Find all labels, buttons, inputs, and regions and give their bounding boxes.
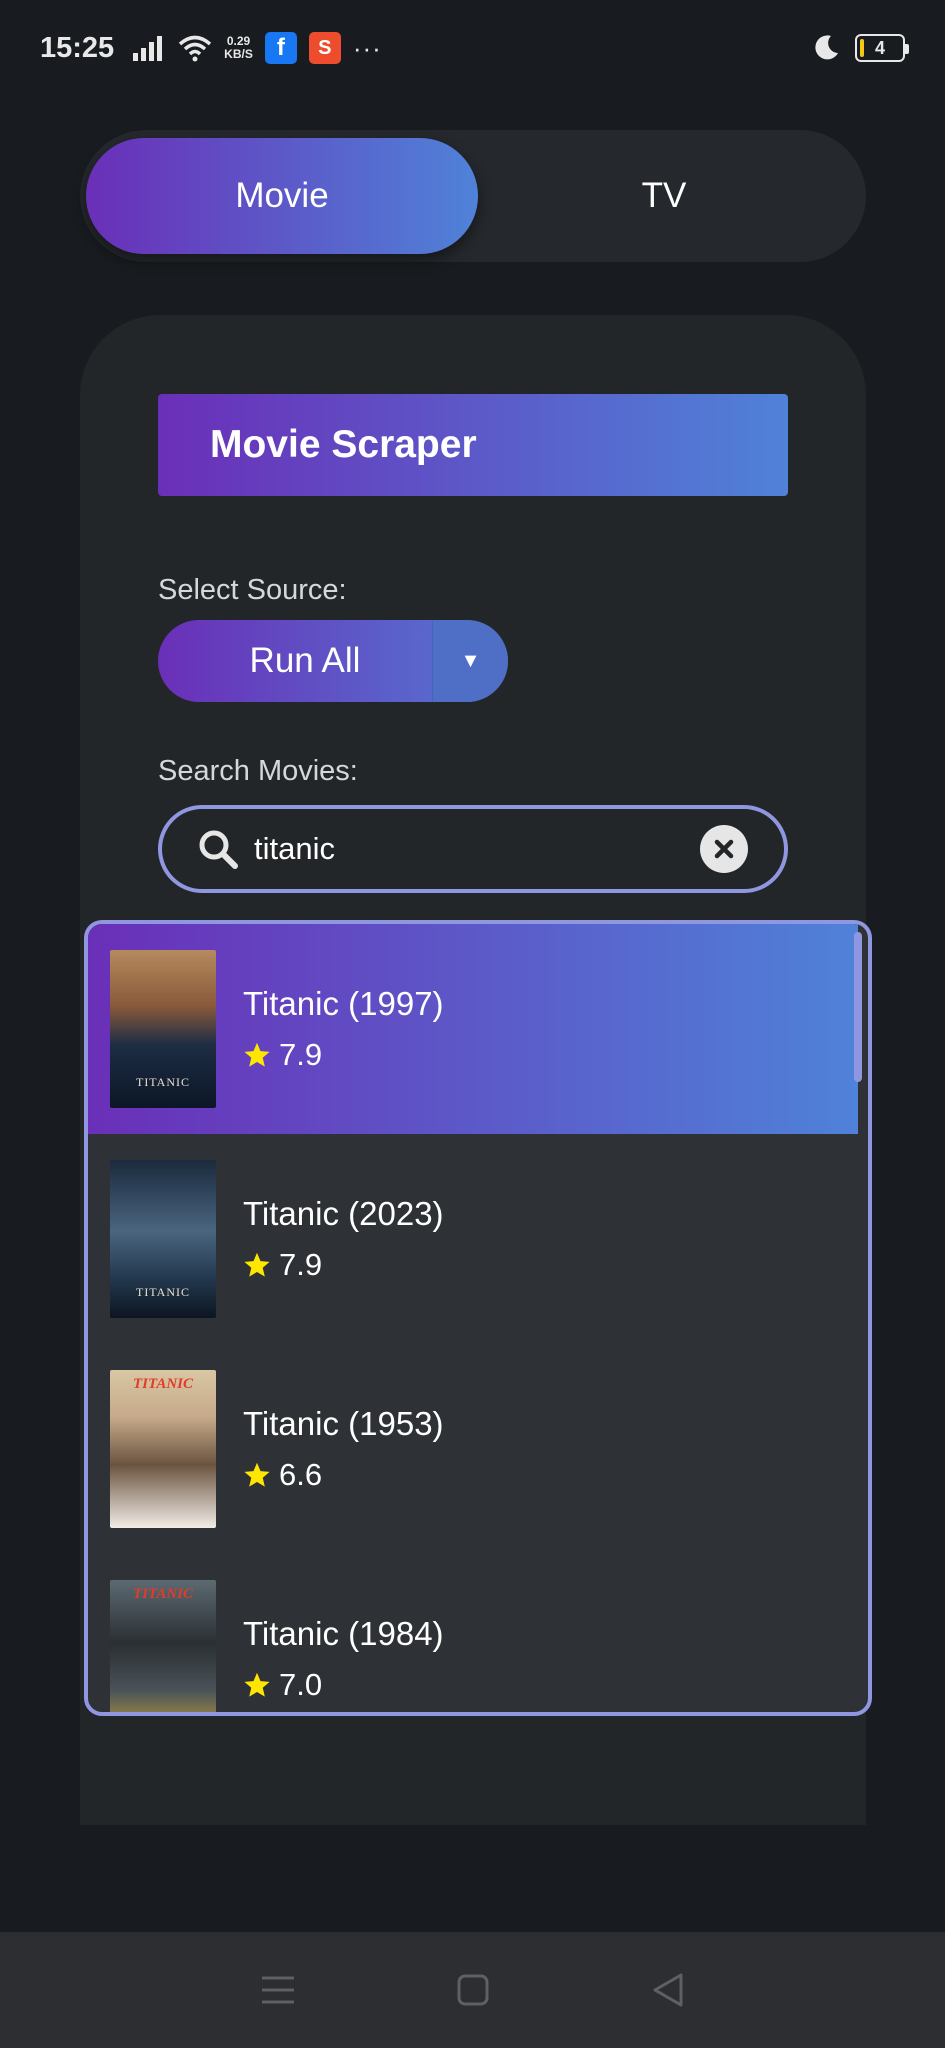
battery-level: 4 [874,37,885,58]
page-title: Movie Scraper [158,394,788,496]
close-icon [714,839,734,859]
moon-icon [815,35,838,60]
facebook-icon: f [264,32,297,64]
search-label: Search Movies: [158,755,358,787]
result-item[interactable]: TITANIC Titanic (1997) 7.9 [88,924,858,1134]
result-title: Titanic (1953) [243,1405,444,1442]
source-selected-value[interactable]: Run All [158,620,432,702]
back-triangle-icon [653,1973,682,2007]
source-label: Select Source: [158,574,347,606]
result-title: Titanic (1997) [243,985,444,1022]
movie-poster: TITANIC [110,1580,216,1712]
wifi-icon [179,35,212,62]
result-rating: 7.0 [243,1667,444,1703]
shopee-icon: S [308,32,341,64]
back-button[interactable] [638,1960,698,2020]
tab-movie[interactable]: Movie [86,138,478,254]
star-icon [244,1462,270,1487]
result-item[interactable]: TITANIC Titanic (1953) 6.6 [88,1344,858,1554]
result-item[interactable]: TITANIC Titanic (1984) 7.0 [88,1554,858,1712]
movie-poster: TITANIC [110,950,216,1108]
movie-poster: TITANIC [110,1160,216,1318]
recent-apps-button[interactable] [248,1960,308,2020]
more-notifications-icon: ··· [352,32,382,63]
result-rating: 7.9 [243,1247,444,1283]
result-item[interactable]: TITANIC Titanic (2023) 7.9 [88,1134,858,1344]
clear-search-button[interactable] [700,825,748,873]
star-icon [244,1252,270,1277]
status-time: 15:25 [40,31,115,64]
home-button[interactable] [443,1960,503,2020]
star-icon [244,1672,270,1697]
search-input[interactable] [254,831,700,867]
menu-icon [261,1976,294,2004]
system-nav-bar [0,1932,945,2048]
source-dropdown[interactable]: Run All ▼ [158,620,508,702]
result-rating: 6.6 [243,1457,444,1493]
network-speed: 0.29 KB/S [224,34,253,61]
search-box[interactable] [158,805,788,893]
home-square-icon [457,1974,488,2006]
movie-poster: TITANIC [110,1370,216,1528]
battery-icon: 4 [855,34,909,62]
media-type-switch: Movie TV [80,130,866,262]
search-icon [199,830,238,869]
result-title: Titanic (2023) [243,1195,444,1232]
result-title: Titanic (1984) [243,1615,444,1652]
result-rating: 7.9 [243,1037,444,1073]
search-results-list[interactable]: TITANIC Titanic (1997) 7.9 TITANIC Titan… [84,920,872,1716]
results-scrollbar[interactable] [854,932,862,1082]
star-icon [244,1042,270,1067]
status-bar: 15:25 0.29 KB/S f S ··· 4 [0,0,945,96]
signal-icon [133,36,163,61]
tab-tv[interactable]: TV [468,138,860,254]
